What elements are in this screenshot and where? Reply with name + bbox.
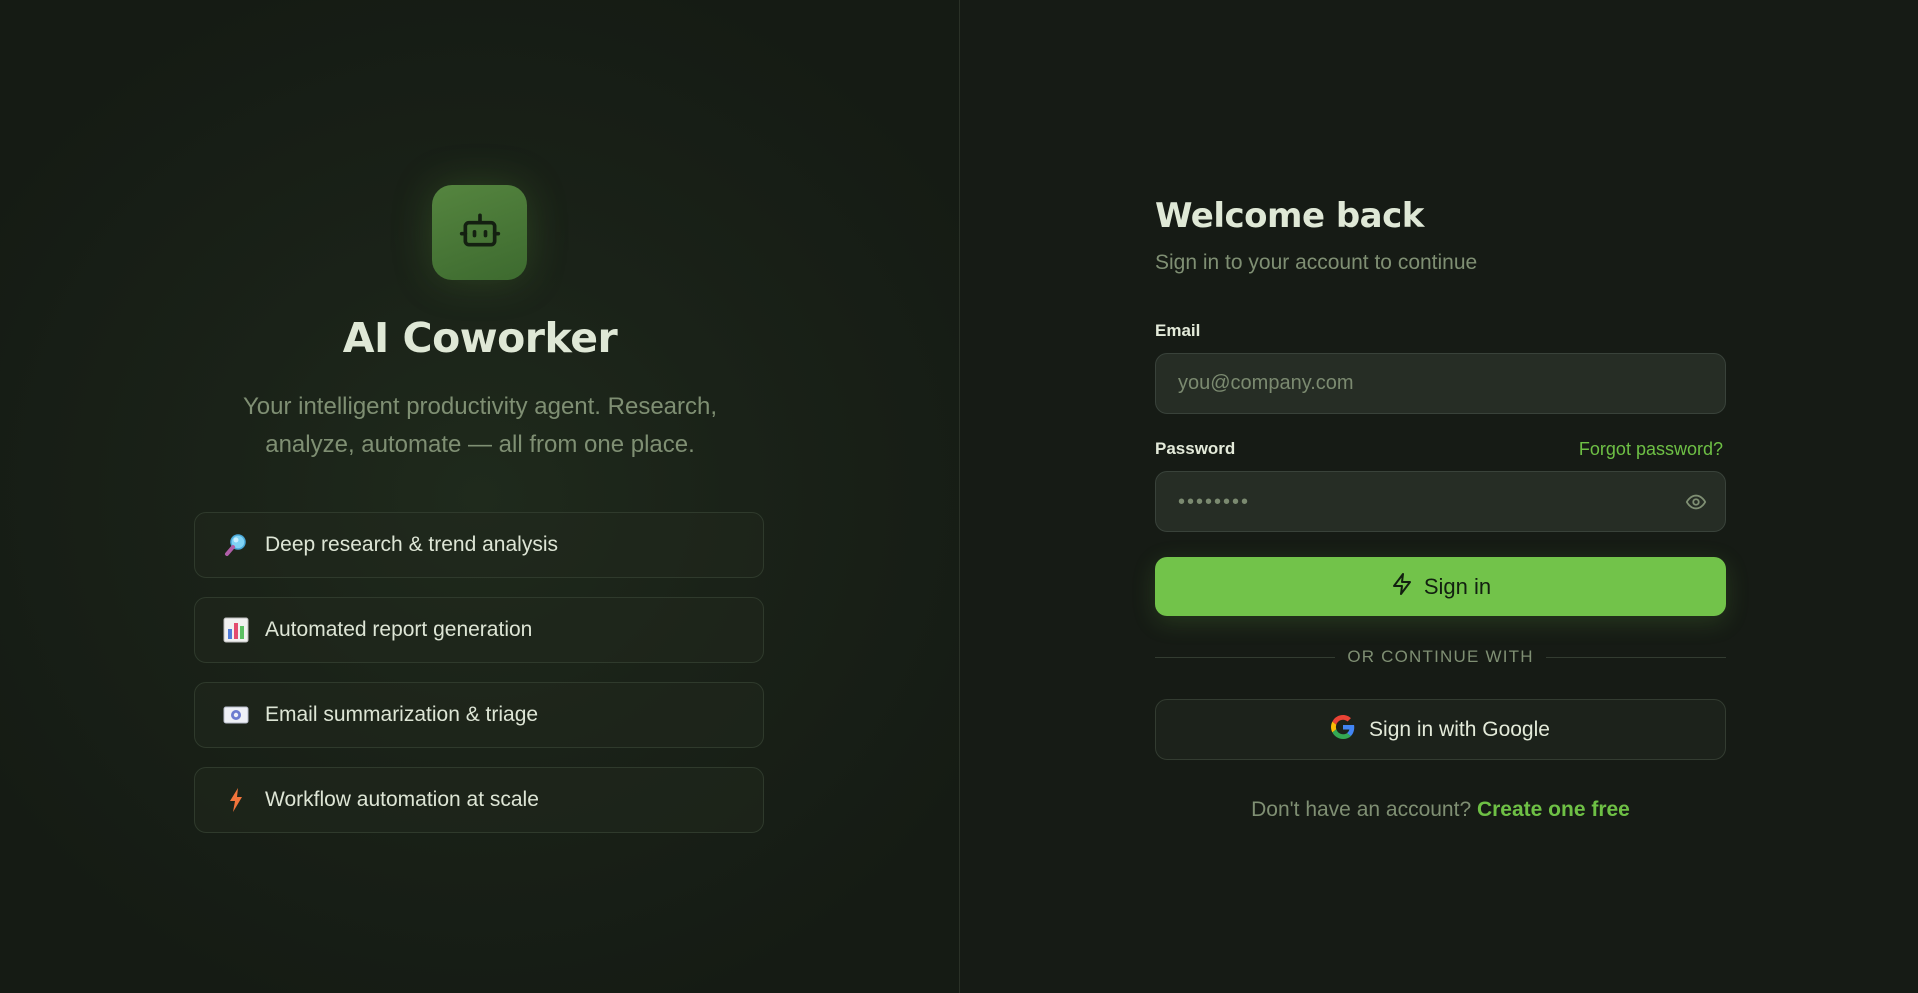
eye-icon[interactable] bbox=[1683, 489, 1709, 515]
google-icon bbox=[1331, 715, 1355, 744]
feature-item-workflow: Workflow automation at scale bbox=[194, 767, 764, 833]
divider: OR CONTINUE WITH bbox=[1155, 645, 1727, 669]
sign-in-button[interactable]: Sign in bbox=[1155, 557, 1726, 616]
create-account-link[interactable]: Create one free bbox=[1477, 798, 1630, 821]
feature-item-research: Deep research & trend analysis bbox=[194, 512, 764, 578]
google-signin-label: Sign in with Google bbox=[1369, 717, 1550, 741]
hero-panel: AI Coworker Your intelligent productivit… bbox=[0, 0, 960, 993]
password-masked-value: •••••••• bbox=[1178, 491, 1251, 513]
password-field[interactable]: •••••••• bbox=[1155, 471, 1726, 532]
email-icon bbox=[221, 700, 251, 730]
feature-label: Deep research & trend analysis bbox=[265, 533, 558, 556]
magnifier-icon bbox=[221, 530, 251, 560]
signup-prompt: Don't have an account? Create one free bbox=[1155, 798, 1726, 822]
feature-item-email: Email summarization & triage bbox=[194, 682, 764, 748]
login-page: AI Coworker Your intelligent productivit… bbox=[0, 0, 1918, 993]
app-logo bbox=[432, 185, 527, 280]
form-title: Welcome back bbox=[1155, 196, 1424, 236]
form-subtitle: Sign in to your account to continue bbox=[1155, 251, 1478, 274]
signup-prompt-text: Don't have an account? bbox=[1251, 798, 1472, 821]
email-field-wrapper bbox=[1155, 353, 1726, 414]
feature-label: Automated report generation bbox=[265, 618, 533, 641]
email-field[interactable] bbox=[1156, 354, 1725, 413]
feature-item-reports: Automated report generation bbox=[194, 597, 764, 663]
signin-form-panel: Welcome back Sign in to your account to … bbox=[960, 0, 1918, 993]
robot-icon bbox=[458, 208, 502, 257]
brand-subtitle: Your intelligent productivity agent. Res… bbox=[242, 393, 718, 458]
feature-label: Workflow automation at scale bbox=[265, 788, 539, 811]
password-label: Password bbox=[1155, 439, 1236, 458]
divider-text: OR CONTINUE WITH bbox=[1347, 647, 1534, 666]
divider-line bbox=[1155, 656, 1336, 658]
brand-title: AI Coworker bbox=[342, 314, 618, 362]
forgot-password-link[interactable]: Forgot password? bbox=[1579, 439, 1723, 460]
feature-label: Email summarization & triage bbox=[265, 703, 539, 726]
lightning-icon bbox=[1390, 572, 1414, 601]
bar-chart-icon bbox=[221, 615, 251, 645]
lightning-icon bbox=[221, 785, 251, 815]
email-label: Email bbox=[1155, 321, 1201, 340]
sign-in-label: Sign in bbox=[1423, 573, 1492, 599]
google-signin-button[interactable]: Sign in with Google bbox=[1155, 699, 1726, 760]
divider-line bbox=[1545, 656, 1727, 658]
